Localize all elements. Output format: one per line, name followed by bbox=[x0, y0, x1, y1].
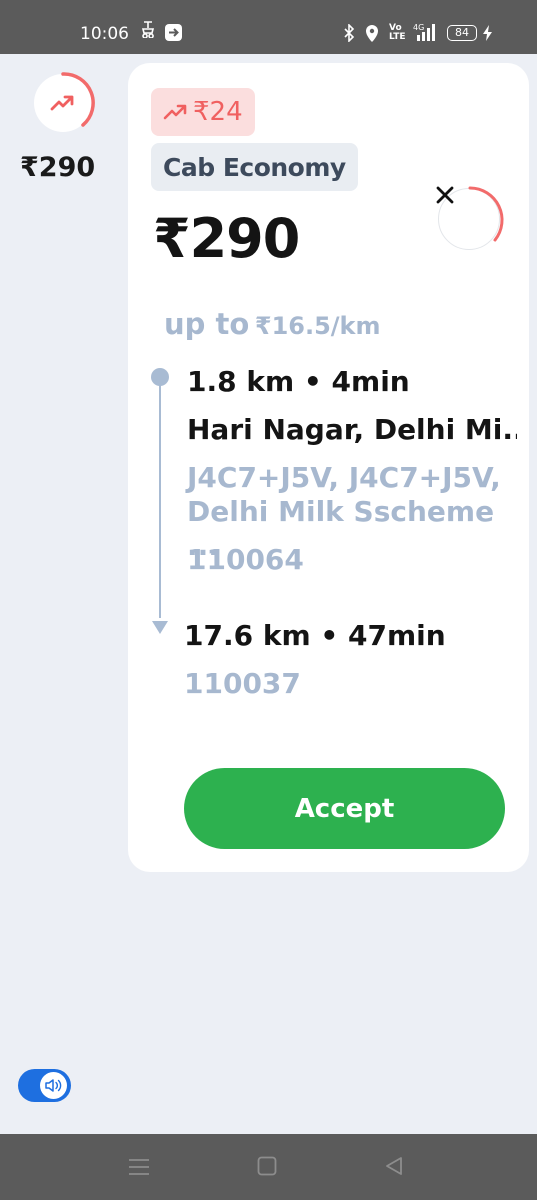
network-type: 4G bbox=[413, 23, 424, 32]
charging-icon bbox=[482, 24, 493, 46]
app-shortcut-icon bbox=[164, 23, 183, 46]
recent-apps-button[interactable] bbox=[128, 1156, 150, 1182]
accept-button[interactable]: Accept bbox=[184, 768, 505, 849]
pickup-location-title: Hari Nagar, Delhi Mi... bbox=[187, 413, 517, 446]
trending-up-icon bbox=[50, 95, 74, 111]
scooter-icon bbox=[141, 20, 155, 42]
back-button[interactable] bbox=[384, 1156, 404, 1180]
drop-pincode: 110037 bbox=[184, 667, 301, 700]
route-line bbox=[159, 378, 161, 618]
home-button[interactable] bbox=[257, 1156, 277, 1180]
rate-info: up to ₹16.5/km bbox=[164, 307, 381, 341]
speaker-icon bbox=[45, 1079, 62, 1092]
drop-distance-time: 17.6 km • 47min bbox=[184, 619, 446, 652]
pickup-pincode: 110064 bbox=[187, 543, 304, 576]
status-bar: 10:06 Vo LTE 4G 84 bbox=[0, 0, 537, 54]
fare-amount: ₹290 bbox=[153, 207, 300, 270]
surge-badge: ₹24 bbox=[151, 88, 255, 136]
side-price: ₹290 bbox=[20, 152, 96, 183]
sound-toggle[interactable] bbox=[18, 1069, 71, 1102]
menu-icon bbox=[129, 1159, 149, 1175]
bluetooth-icon bbox=[343, 23, 355, 46]
rate-value: ₹16.5/km bbox=[254, 312, 381, 340]
rate-prefix: up to bbox=[164, 307, 250, 341]
back-triangle-icon bbox=[386, 1157, 402, 1175]
trending-up-icon bbox=[163, 104, 187, 120]
home-square-icon bbox=[257, 1156, 277, 1176]
status-time: 10:06 bbox=[80, 24, 129, 44]
pickup-dot-icon bbox=[151, 368, 169, 386]
signal-icon: 4G bbox=[413, 23, 439, 46]
volte-icon: Vo LTE bbox=[389, 23, 406, 42]
drop-arrow-icon bbox=[152, 621, 168, 634]
pickup-distance-time: 1.8 km • 4min bbox=[187, 365, 410, 398]
battery-indicator: 84 bbox=[447, 25, 477, 41]
location-icon bbox=[364, 24, 380, 47]
side-ride-indicator[interactable] bbox=[34, 72, 95, 132]
sound-toggle-knob bbox=[40, 1072, 67, 1099]
system-nav-bar bbox=[0, 1134, 537, 1200]
close-icon bbox=[436, 186, 454, 204]
category-badge: Cab Economy bbox=[151, 143, 358, 191]
surge-amount: ₹24 bbox=[193, 97, 243, 127]
dismiss-button[interactable] bbox=[436, 186, 504, 250]
ride-request-card: ₹24 Cab Economy ₹290 up to ₹16.5/km 1.8 … bbox=[128, 63, 529, 872]
